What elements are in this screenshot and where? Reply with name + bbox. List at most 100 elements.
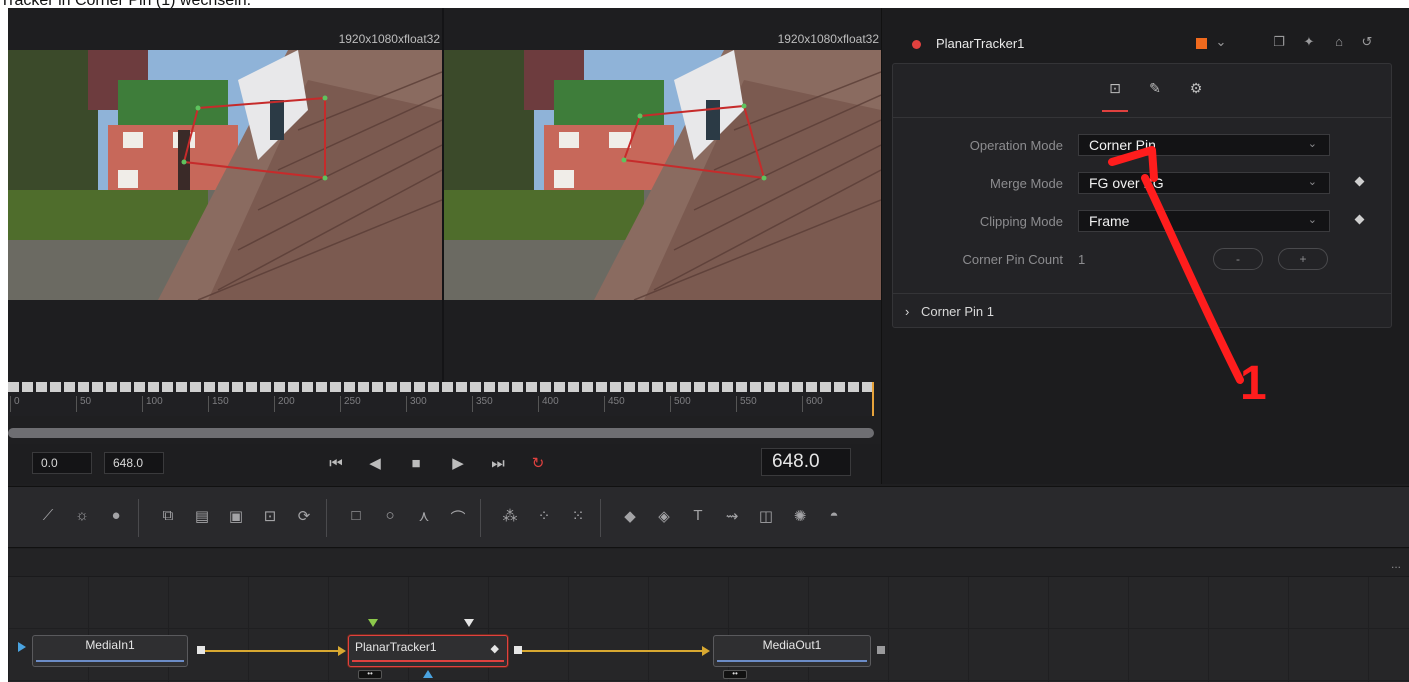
current-time-display[interactable]: 648.0 [761,448,851,476]
merge3d-tool-icon[interactable]: ◈ [652,507,676,529]
tab-settings-icon[interactable]: ✎ [1142,80,1168,100]
particle-emitter-tool-icon[interactable]: ⁘ [532,507,556,529]
node-editor-header [8,549,1409,577]
image-plane-tool-icon[interactable]: ◫ [754,507,778,529]
bspline-tool-icon[interactable]: ⌒ [446,507,470,529]
input-triangle-icon[interactable] [464,619,474,627]
resize-tool-icon[interactable]: ⊡ [258,507,282,529]
ruler-tick-label: 100 [142,396,163,412]
chevron-right-icon: › [905,304,910,319]
clipping-mode-value: Frame [1089,213,1130,229]
ruler-tick-label: 400 [538,396,559,412]
clipping-mode-select[interactable]: Frame ⌄ [1078,210,1330,232]
particle-render-tool-icon[interactable]: ⁙ [566,507,590,529]
timeline-ruler[interactable]: 0 50 100 150 200 250 300 350 400 450 500… [8,382,874,416]
versions-icon[interactable]: ❐ [1270,34,1288,52]
operation-mode-value: Corner Pin [1089,137,1156,153]
node-status-bar [36,660,184,662]
chevron-down-icon: ⌄ [1307,176,1317,188]
node-color-swatch[interactable] [1196,38,1207,49]
toolbar-separator [480,499,481,537]
reset-icon[interactable]: ↺ [1358,34,1376,52]
node-view-toggle[interactable]: •• [358,670,382,679]
toolbar-separator [600,499,601,537]
merge-mode-value: FG over BG [1089,175,1164,191]
node-planar-tracker[interactable]: PlanarTracker1 ◆ [348,635,508,667]
output-port[interactable] [197,646,205,654]
ruler-tick-label: 250 [340,396,361,412]
more-options-icon[interactable]: ... [1391,557,1401,571]
keyframe-diamond-icon: ◆ [490,643,499,655]
particles-tool-icon[interactable]: ⁂ [498,507,522,529]
brightness-tool-icon[interactable]: ☼ [70,507,94,529]
viewer-resolution: 1920x1080xfloat32 [777,32,879,46]
node-label: MediaOut1 [762,638,822,652]
play-reverse-icon[interactable]: ◀ [363,452,387,474]
viewer-image[interactable] [444,50,881,300]
inspector-panel: PlanarTracker1 ⌄ ❐ ✦ ⌂ ↺ ⊡ ✎ ⚙ Operation… [881,8,1409,484]
increase-pin-button[interactable]: + [1278,248,1328,270]
keyframe-icon[interactable] [1354,214,1365,225]
node-media-out[interactable]: MediaOut1 [713,635,871,667]
node-editor[interactable]: ... MediaIn1 PlanarTracker1 ◆ •• MediaOu… [8,549,1409,682]
ruler-tick-label: 450 [604,396,625,412]
link-arrow-icon [338,646,346,656]
start-time-field[interactable]: 0.0 [32,452,92,474]
renderer3d-tool-icon[interactable]: ◓ [822,507,846,529]
background-tool-icon[interactable]: ▤ [190,507,214,529]
output-port[interactable] [877,646,885,654]
shape3d-tool-icon[interactable]: ◆ [618,507,642,529]
node-media-in[interactable]: MediaIn1 [32,635,188,667]
rectangle-tool-icon[interactable]: □ [344,507,368,529]
tab-controls-icon[interactable]: ⊡ [1102,80,1128,112]
color-corrector-tool-icon[interactable]: ● [104,507,128,529]
merge-mode-select[interactable]: FG over BG ⌄ [1078,172,1330,194]
play-icon[interactable]: ▶ [446,452,470,474]
inspector-node-name: PlanarTracker1 [936,36,1025,51]
output-port[interactable] [514,646,522,654]
node-label: MediaIn1 [85,638,135,652]
ruler-tick-label: 150 [208,396,229,412]
corner-pin-section-label: Corner Pin 1 [921,304,994,319]
end-time-field[interactable]: 648.0 [104,452,164,474]
ruler-tick-label: 600 [802,396,823,412]
clipping-mode-label: Clipping Mode [979,214,1063,229]
ellipse-tool-icon[interactable]: ○ [378,507,402,529]
decrease-pin-button[interactable]: - [1213,248,1263,270]
viewer-left[interactable]: 1920x1080xfloat32 [8,8,442,382]
mask-input-icon[interactable] [423,670,433,678]
polygon-tool-icon[interactable]: ⋏ [412,507,436,529]
corner-pin-count-row: Corner Pin Count 1 - + [893,246,1391,272]
chevron-down-icon[interactable]: ⌄ [1212,34,1230,52]
go-to-end-icon[interactable]: ⏭ [486,452,510,474]
text3d-tool-icon[interactable]: T [686,507,710,529]
curves-tool-icon[interactable]: ⟋ [36,507,60,529]
mask-tool-icon[interactable]: ▣ [224,507,248,529]
inspector-controls: ⊡ ✎ ⚙ Operation Mode Corner Pin ⌄ Merge … [892,63,1392,328]
node-active-dot[interactable] [912,40,921,49]
viewer-image[interactable] [8,50,442,300]
corner-pin-section[interactable]: › Corner Pin 1 [893,293,1391,327]
timeline-scrollbar[interactable] [8,428,874,438]
merge-tool-icon[interactable]: ⧉ [156,507,180,529]
node-view-toggle[interactable]: •• [723,670,747,679]
chevron-down-icon: ⌄ [1307,138,1317,150]
node-link [522,650,704,652]
viewer-right[interactable]: 1920x1080xfloat32 [444,8,881,382]
input-triangle-icon[interactable] [368,619,378,627]
stop-icon[interactable]: ■ [404,452,428,474]
playhead-marker[interactable] [872,382,874,416]
go-to-start-icon[interactable]: ⏮ [324,452,348,474]
camera3d-tool-icon[interactable]: ⇝ [720,507,744,529]
pin-icon[interactable]: ✦ [1300,34,1318,52]
light-tool-icon[interactable]: ✺ [788,507,812,529]
corner-pin-count-value: 1 [1078,252,1086,267]
operation-mode-select[interactable]: Corner Pin ⌄ [1078,134,1330,156]
tab-options-icon[interactable]: ⚙ [1183,80,1209,100]
loop-icon[interactable]: ↻ [526,452,550,474]
ruler-tick-label: 350 [472,396,493,412]
keyframe-icon[interactable] [1354,176,1365,187]
transform-tool-icon[interactable]: ⟳ [292,507,316,529]
lock-icon[interactable]: ⌂ [1330,34,1348,52]
node-status-bar [352,660,504,662]
